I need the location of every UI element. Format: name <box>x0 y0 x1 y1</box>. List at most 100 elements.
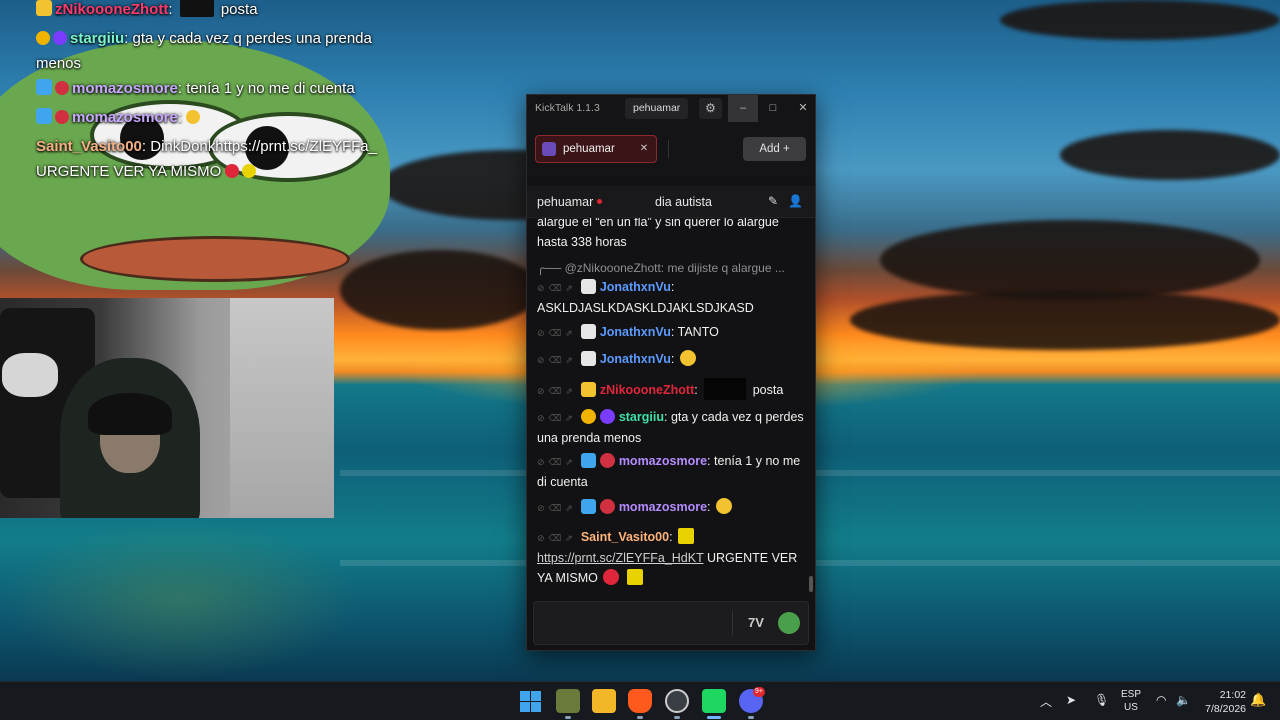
maximize-button[interactable]: □ <box>758 95 788 122</box>
obs-studio-icon[interactable] <box>665 689 689 713</box>
close-tab-icon[interactable]: ✕ <box>637 142 651 156</box>
chat-log[interactable]: alargue el “en un fla” y sin querer lo a… <box>527 218 815 595</box>
user-badge-icon <box>580 351 596 366</box>
channel-avatar <box>542 142 556 156</box>
ruby-emote-icon <box>225 164 240 178</box>
webcam-wall <box>230 298 334 518</box>
file-explorer-icon[interactable] <box>592 689 616 713</box>
kick-emote-icon[interactable] <box>778 612 800 634</box>
microphone-icon[interactable]: 🎙 <box>1094 693 1109 707</box>
reply-preview[interactable]: ╭── @zNikoooneZhott: me dijiste q alargu… <box>537 258 805 278</box>
message-actions-icon[interactable]: ⊘⌫⇗ <box>537 452 577 472</box>
chat-username[interactable]: zNikoooneZhott <box>600 383 694 397</box>
tray-app-icon[interactable]: ➤ <box>1066 693 1076 707</box>
channel-name[interactable]: pehuamar <box>537 195 603 209</box>
minimize-button[interactable]: – <box>728 95 758 122</box>
emote-badge-icon <box>599 499 615 514</box>
windows-taskbar: 9+ ︿ ➤ 🎙 ESP US ◠ 🔈 21:02 7/8/2026 🔔 <box>0 681 1280 720</box>
message-link[interactable]: https://prnt.sc/ZlEYFFa_HdKT <box>537 551 704 565</box>
channel-tabs: pehuamar ✕ Add + <box>527 122 815 176</box>
chat-username[interactable]: momazosmore <box>619 454 707 468</box>
moderator-sword-icon <box>580 453 596 468</box>
message-actions-icon[interactable]: ⊘⌫⇗ <box>537 278 577 298</box>
input-language[interactable]: ESP US <box>1120 688 1142 714</box>
user-list-icon[interactable]: 👤 <box>788 194 803 208</box>
chat-scrollbar[interactable] <box>809 576 813 592</box>
cloud-shape <box>1060 130 1280 180</box>
message-text: ASKLDJASLKDASKLDJAKLSDJKASD <box>537 301 754 315</box>
chat-username[interactable]: momazosmore <box>619 500 707 514</box>
stream-overlay-chat: zNikoooneZhott: posta stargiiu: gta y ca… <box>36 0 416 184</box>
message-actions-icon[interactable]: ⊘⌫⇗ <box>537 498 577 518</box>
user-badge-icon <box>580 279 596 294</box>
user-badge-icon <box>580 324 596 339</box>
webcam-hair <box>88 393 172 435</box>
close-window-button[interactable]: ✕ <box>788 95 818 122</box>
volume-icon[interactable]: 🔈 <box>1176 693 1191 707</box>
chat-input[interactable]: 7V <box>533 601 809 645</box>
cloud-shape <box>340 250 540 330</box>
overlay-chat-line: Saint_Vasito00: DinkDonkhttps://prnt.sc/… <box>36 138 377 180</box>
chat-username[interactable]: JonathxnVu <box>600 352 671 366</box>
overlay-username: momazosmore <box>72 80 178 97</box>
message-actions-icon[interactable]: ⊘⌫⇗ <box>537 350 577 370</box>
chat-message: ⊘⌫⇗ JonathxnVu: TANTO <box>537 322 805 343</box>
praying-hands-emote-icon <box>186 110 201 124</box>
reply-text: @zNikoooneZhott: me dijiste q alargue ..… <box>564 261 785 275</box>
overlay-chat-line: momazosmore: tenía 1 y no me di cuenta <box>36 76 416 105</box>
seventv-emote-icon[interactable]: 7V <box>744 612 768 634</box>
message-actions-icon[interactable]: ⊘⌫⇗ <box>537 408 577 428</box>
overlay-username: momazosmore <box>72 109 178 126</box>
app-running-indicator <box>565 716 571 719</box>
overlay-chat-line: stargiiu: gta y cada vez q perdes una pr… <box>36 30 372 72</box>
message-actions-icon[interactable]: ⊘⌫⇗ <box>537 528 577 548</box>
trollface-print <box>2 353 58 397</box>
game-app-icon[interactable] <box>556 689 580 713</box>
chat-message: ⊘⌫⇗ Saint_Vasito00: https://prnt.sc/ZlEYF… <box>537 528 798 585</box>
chevron-up-icon[interactable]: ︿ <box>1040 693 1052 710</box>
clock[interactable]: 21:02 7/8/2026 <box>1198 688 1246 716</box>
app-running-indicator <box>674 716 680 719</box>
chat-username[interactable]: JonathxnVu <box>600 280 671 294</box>
tab-pehuamar[interactable]: pehuamar ✕ <box>535 135 657 163</box>
pin-icon[interactable]: ✎ <box>768 194 778 208</box>
app-title: KickTalk 1.1.3 <box>535 102 600 114</box>
emote-badge-icon <box>55 110 69 124</box>
message-text: gta y cada vez q perdes una prenda menos <box>537 410 804 445</box>
chat-message: ⊘⌫⇗ momazosmore: <box>537 497 805 518</box>
chat-message: ⊘⌫⇗ JonathxnVu: ASKLDJASLKDASKLDJAKLSDJKA… <box>537 278 754 315</box>
chat-username[interactable]: JonathxnVu <box>600 325 671 339</box>
user-button[interactable]: pehuamar <box>625 98 689 119</box>
praying-hands-emote-icon <box>679 350 696 366</box>
title-bar[interactable]: KickTalk 1.1.3 pehuamar ⚙ – □ ✕ <box>527 95 815 122</box>
wifi-icon[interactable]: ◠ <box>1156 693 1166 707</box>
discord-notification-badge: 9+ <box>753 687 765 697</box>
sub-badge-icon <box>580 409 596 424</box>
chat-username[interactable]: Saint_Vasito00 <box>581 530 669 544</box>
notification-bell-icon[interactable]: 🔔 <box>1250 692 1266 708</box>
overlay-username: stargiiu <box>70 30 125 47</box>
crown-badge-icon <box>580 382 596 397</box>
ruby-emote-icon <box>603 569 620 585</box>
illuminati-emote-icon <box>626 569 643 585</box>
chat-message: ⊘⌫⇗ stargiiu: gta y cada vez q perdes una… <box>537 408 804 445</box>
kicktalk-app-icon[interactable] <box>702 689 726 713</box>
message-actions-icon[interactable]: ⊘⌫⇗ <box>537 323 577 343</box>
start-windows-icon[interactable] <box>518 689 542 713</box>
settings-gear-icon[interactable]: ⚙ <box>699 98 722 119</box>
brave-browser-icon[interactable] <box>628 689 652 713</box>
emote-image <box>704 378 747 400</box>
moderator-sword-icon <box>580 499 596 514</box>
webcam-feed <box>0 298 334 518</box>
live-indicator <box>597 199 603 204</box>
chat-username[interactable]: stargiiu <box>619 410 664 424</box>
overlay-username: zNikoooneZhott <box>55 1 169 18</box>
message-actions-icon[interactable]: ⊘⌫⇗ <box>537 381 577 401</box>
chat-message: ⊘⌫⇗ zNikoooneZhott: posta <box>537 378 805 401</box>
add-channel-button[interactable]: Add + <box>743 137 806 161</box>
gifter-badge-icon <box>599 409 615 424</box>
message-text: posta <box>752 383 784 397</box>
emote-badge-icon <box>599 453 615 468</box>
app-active-indicator <box>707 716 721 719</box>
frog-lip <box>80 236 350 282</box>
